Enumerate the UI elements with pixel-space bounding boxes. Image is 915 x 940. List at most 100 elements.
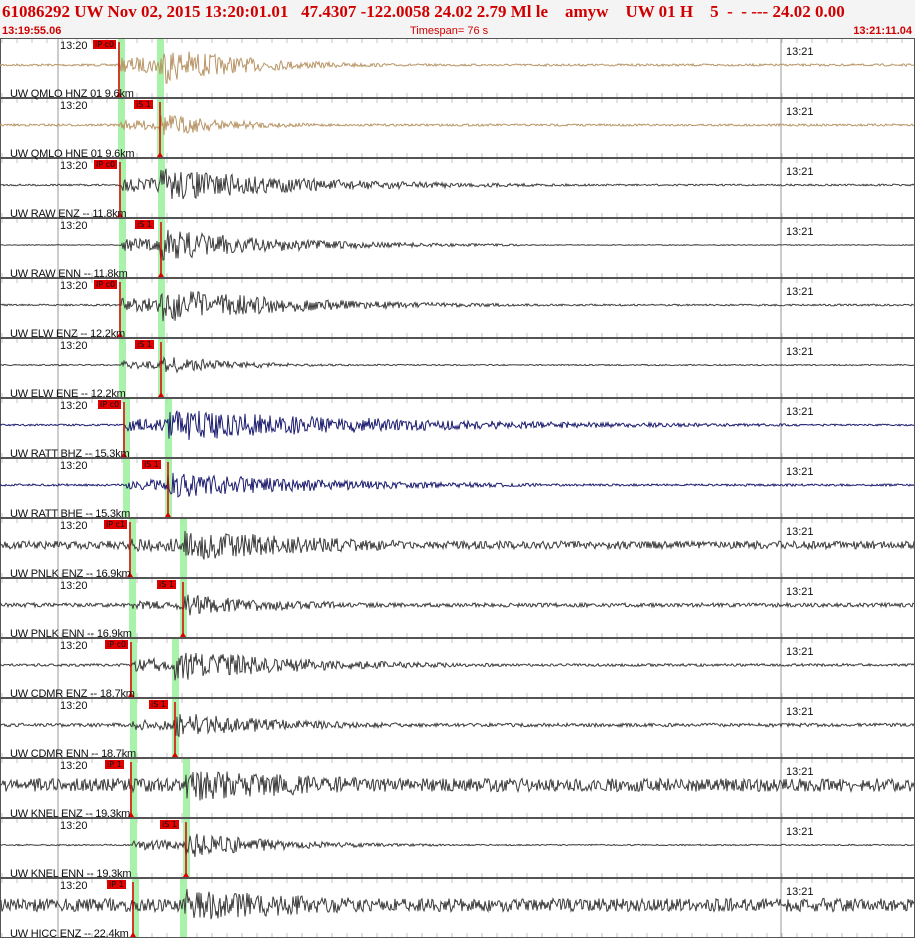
time-label-left: 13:20 [60, 640, 88, 652]
trace-panel[interactable] [0, 518, 915, 578]
waveform [0, 833, 915, 857]
time-label-left: 13:20 [60, 220, 88, 232]
trace-panel[interactable] [0, 638, 915, 698]
trace-panel[interactable] [0, 878, 915, 938]
panel-border [0, 158, 915, 218]
channel-label: UW CDMR ENZ -- 18.7km [10, 688, 135, 700]
time-label-right: 13:21 [786, 166, 814, 178]
trace-panel[interactable] [0, 398, 915, 458]
waveform [0, 291, 915, 322]
time-label-right: 13:21 [786, 826, 814, 838]
channel-label: UW KNEL ENZ -- 19.3km [10, 808, 131, 820]
channel-label: UW HICC ENZ -- 22.4km [10, 928, 129, 940]
pick-label[interactable]: iS 1 [157, 580, 176, 589]
panel-border [0, 818, 915, 878]
time-label-left: 13:20 [60, 400, 88, 412]
waveform [0, 530, 915, 560]
event-title: 61086292 UW Nov 02, 2015 13:20:01.01 47.… [2, 2, 845, 21]
channel-label: UW PNLK ENN -- 16.9km [10, 628, 132, 640]
time-label-left: 13:20 [60, 160, 88, 172]
panel-border [0, 278, 915, 338]
trace-panel[interactable] [0, 818, 915, 878]
trace-panel[interactable] [0, 38, 915, 98]
channel-label: UW PNLK ENZ -- 16.9km [10, 568, 131, 580]
waveform [0, 652, 915, 681]
channel-label: UW KNEL ENN -- 19.3km [10, 868, 132, 880]
time-label-right: 13:21 [786, 106, 814, 118]
waveform [0, 168, 915, 200]
time-label-left: 13:20 [60, 580, 88, 592]
pick-label[interactable]: iS 1 [142, 460, 161, 469]
waveform [0, 771, 915, 801]
time-label-left: 13:20 [60, 880, 88, 892]
start-time-label: 13:19:55.06 [2, 25, 62, 37]
time-label-right: 13:21 [786, 886, 814, 898]
time-label-right: 13:21 [786, 766, 814, 778]
pick-label[interactable]: iP c0 [94, 160, 118, 169]
channel-label: UW RATT BHZ -- 15.3km [10, 448, 130, 460]
trace-panel[interactable] [0, 698, 915, 758]
pick-label[interactable]: iP c0 [94, 280, 118, 289]
time-label-right: 13:21 [786, 466, 814, 478]
waveform [0, 714, 915, 738]
time-label-left: 13:20 [60, 100, 88, 112]
time-label-right: 13:21 [786, 406, 814, 418]
pick-label[interactable]: iP 1 [105, 760, 124, 769]
waveform [0, 410, 915, 441]
trace-panel[interactable] [0, 578, 915, 638]
time-label-right: 13:21 [786, 706, 814, 718]
pick-label[interactable]: iP 1 [107, 880, 126, 889]
time-label-left: 13:20 [60, 520, 88, 532]
panel-border [0, 578, 915, 638]
s-window [158, 159, 165, 217]
time-label-right: 13:21 [786, 646, 814, 658]
waveform [0, 355, 915, 374]
waveform [0, 51, 915, 84]
trace-panel[interactable] [0, 158, 915, 218]
time-label-left: 13:20 [60, 700, 88, 712]
time-label-left: 13:20 [60, 340, 88, 352]
pick-label[interactable]: iP c0 [93, 40, 117, 49]
pick-label[interactable]: iS 1 [134, 100, 153, 109]
channel-label: UW ELW ENE -- 12.2km [10, 388, 126, 400]
panel-border [0, 458, 915, 518]
panel-border [0, 38, 915, 98]
trace-panel[interactable] [0, 278, 915, 338]
waveform [0, 114, 915, 136]
channel-label: UW ELW ENZ -- 12.2km [10, 328, 125, 340]
time-label-left: 13:20 [60, 40, 88, 52]
waveform [0, 472, 915, 498]
channel-label: UW RAW ENN -- 11.8km [10, 268, 128, 280]
pick-label[interactable]: iP c0 [105, 640, 129, 649]
time-label-right: 13:21 [786, 46, 814, 58]
time-label-right: 13:21 [786, 346, 814, 358]
panel-border [0, 698, 915, 758]
channel-label: UW RAW ENZ -- 11.8km [10, 208, 127, 220]
end-time-label: 13:21:11.04 [853, 25, 912, 37]
pick-label[interactable]: iP c0 [98, 400, 122, 409]
channel-label: UW QMLO HNE 01 9.6km [10, 148, 135, 160]
time-label-left: 13:20 [60, 460, 88, 472]
trace-panel[interactable] [0, 458, 915, 518]
pick-label[interactable]: iS 1 [149, 700, 168, 709]
waveform [0, 229, 915, 261]
channel-label: UW QMLO HNZ 01 9.6km [10, 88, 134, 100]
s-window [180, 879, 187, 937]
pick-label[interactable]: iS 1 [135, 220, 154, 229]
seismogram-panels[interactable] [0, 38, 915, 940]
pick-label[interactable]: iS 1 [160, 820, 179, 829]
trace-panel[interactable] [0, 758, 915, 818]
channel-label: UW CDMR ENN -- 18.7km [10, 748, 136, 760]
time-label-right: 13:21 [786, 226, 814, 238]
time-label-left: 13:20 [60, 760, 88, 772]
timespan-label: Timespan= 76 s [410, 25, 489, 37]
pick-label[interactable]: iP c1 [104, 520, 128, 529]
pick-label[interactable]: iS 1 [135, 340, 154, 349]
time-label-right: 13:21 [786, 526, 814, 538]
time-label-left: 13:20 [60, 820, 88, 832]
channel-label: UW RATT BHE -- 15.3km [10, 508, 131, 520]
panel-border [0, 758, 915, 818]
time-label-right: 13:21 [786, 286, 814, 298]
waveform [0, 594, 915, 616]
time-label-right: 13:21 [786, 586, 814, 598]
